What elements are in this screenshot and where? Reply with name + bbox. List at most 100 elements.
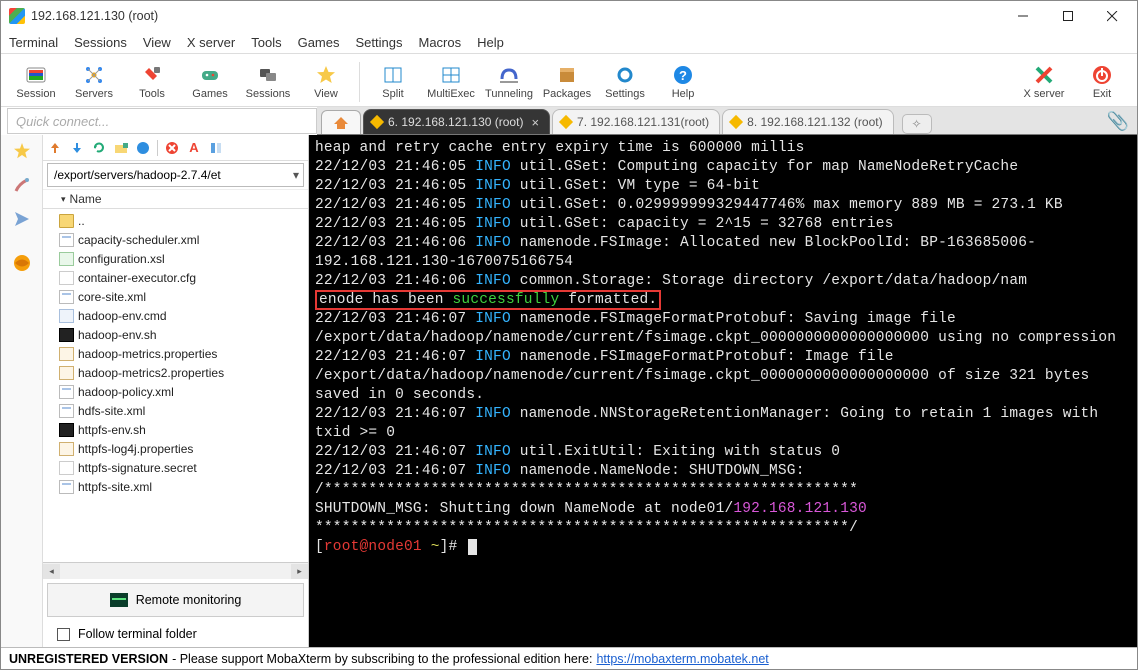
term-prompt: [root@node01 ~]# <box>315 538 1131 557</box>
menu-terminal[interactable]: Terminal <box>9 35 58 50</box>
gear-icon <box>614 64 636 86</box>
menu-view[interactable]: View <box>143 35 171 50</box>
diamond-icon <box>370 115 384 129</box>
path-combobox[interactable]: /export/servers/hadoop-2.7.4/et <box>47 163 304 187</box>
new-tab-button[interactable]: ✧ <box>902 114 932 134</box>
term-line: 22/12/03 21:46:07 INFO namenode.NNStorag… <box>315 405 1131 443</box>
tb-help[interactable]: ?Help <box>654 64 712 100</box>
tb-exit-label: Exit <box>1093 88 1111 100</box>
list-item[interactable]: hadoop-metrics2.properties <box>43 363 308 382</box>
tb-packages[interactable]: Packages <box>538 64 596 100</box>
minimize-button[interactable] <box>1000 1 1045 31</box>
paperclip-icon[interactable]: 📎 <box>1105 108 1131 134</box>
term-line: 22/12/03 21:46:07 INFO util.ExitUtil: Ex… <box>315 443 1131 462</box>
list-item[interactable]: httpfs-log4j.properties <box>43 439 308 458</box>
close-button[interactable] <box>1090 1 1135 31</box>
menu-games[interactable]: Games <box>298 35 340 50</box>
svg-text:?: ? <box>679 68 687 83</box>
file-name: configuration.xsl <box>78 252 165 266</box>
terminal-output[interactable]: heap and retry cache entry expiry time i… <box>309 135 1137 647</box>
xml-icon <box>59 404 74 418</box>
folder-add-icon[interactable] <box>113 140 129 156</box>
tab-session-2[interactable]: 7. 192.168.121.131(root) <box>552 109 720 134</box>
status-link[interactable]: https://mobaxterm.mobatek.net <box>596 652 768 666</box>
globe-icon[interactable] <box>12 253 32 273</box>
sh-icon <box>59 328 74 342</box>
prop-icon <box>59 347 74 361</box>
file-header[interactable]: ▾Name <box>43 189 308 209</box>
tb-session[interactable]: Session <box>7 64 65 100</box>
tb-games[interactable]: Games <box>181 64 239 100</box>
tb-xserver-label: X server <box>1024 88 1065 100</box>
tb-sessions[interactable]: Sessions <box>239 64 297 100</box>
star-icon[interactable] <box>12 141 32 161</box>
close-icon[interactable]: × <box>531 115 539 130</box>
list-item[interactable]: configuration.xsl <box>43 249 308 268</box>
tb-tools[interactable]: Tools <box>123 64 181 100</box>
tb-exit[interactable]: Exit <box>1073 64 1131 100</box>
xml-icon <box>59 385 74 399</box>
list-item[interactable]: httpfs-signature.secret <box>43 458 308 477</box>
tab-label: 8. 192.168.121.132 (root) <box>747 115 882 129</box>
term-line: 22/12/03 21:46:06 INFO common.Storage: S… <box>315 272 1131 291</box>
quick-connect-input[interactable]: Quick connect... <box>7 108 317 134</box>
menu-macros[interactable]: Macros <box>418 35 461 50</box>
list-item[interactable]: .. <box>43 211 308 230</box>
refresh-icon[interactable] <box>91 140 107 156</box>
tb-view[interactable]: View <box>297 64 355 100</box>
term-line: heap and retry cache entry expiry time i… <box>315 139 1131 158</box>
menu-tools[interactable]: Tools <box>251 35 281 50</box>
remote-monitoring-label: Remote monitoring <box>136 593 242 607</box>
list-item[interactable]: container-executor.cfg <box>43 268 308 287</box>
title-bar: 192.168.121.130 (root) <box>1 1 1137 31</box>
games-icon <box>199 64 221 86</box>
list-item[interactable]: httpfs-env.sh <box>43 420 308 439</box>
xml-icon <box>59 233 74 247</box>
tb-xserver[interactable]: X server <box>1015 64 1073 100</box>
list-item[interactable]: hadoop-policy.xml <box>43 382 308 401</box>
list-item[interactable]: core-site.xml <box>43 287 308 306</box>
file-name: hadoop-policy.xml <box>78 385 174 399</box>
list-item[interactable]: hadoop-env.sh <box>43 325 308 344</box>
send-icon[interactable] <box>12 209 32 229</box>
list-item[interactable]: hadoop-env.cmd <box>43 306 308 325</box>
tb-settings[interactable]: Settings <box>596 64 654 100</box>
maximize-button[interactable] <box>1045 1 1090 31</box>
file-name: core-site.xml <box>78 290 146 304</box>
list-item[interactable]: hadoop-metrics.properties <box>43 344 308 363</box>
edit-icon[interactable]: A <box>186 140 202 156</box>
brush-icon[interactable] <box>12 175 32 195</box>
menu-settings[interactable]: Settings <box>356 35 403 50</box>
menu-help[interactable]: Help <box>477 35 504 50</box>
follow-terminal-checkbox[interactable]: Follow terminal folder <box>43 621 308 647</box>
column-icon[interactable] <box>208 140 224 156</box>
folder-icon <box>59 214 74 228</box>
list-item[interactable]: httpfs-site.xml <box>43 477 308 496</box>
download-icon[interactable] <box>69 140 85 156</box>
tb-split[interactable]: Split <box>364 64 422 100</box>
h-scrollbar[interactable]: ◂▸ <box>43 562 308 579</box>
tab-session-3[interactable]: 8. 192.168.121.132 (root) <box>722 109 893 134</box>
tb-multiexec-label: MultiExec <box>427 88 475 100</box>
secret-icon <box>59 461 74 475</box>
tb-servers[interactable]: Servers <box>65 64 123 100</box>
tb-multiexec[interactable]: MultiExec <box>422 64 480 100</box>
upload-icon[interactable] <box>47 140 63 156</box>
home-tab[interactable] <box>321 110 361 134</box>
tab-session-1[interactable]: 6. 192.168.121.130 (root)× <box>363 109 550 134</box>
xml-icon <box>59 290 74 304</box>
tools-icon <box>141 64 163 86</box>
tb-games-label: Games <box>192 88 227 100</box>
tb-tunneling[interactable]: Tunneling <box>480 64 538 100</box>
tb-settings-label: Settings <box>605 88 645 100</box>
home-icon[interactable] <box>135 140 151 156</box>
menu-sessions[interactable]: Sessions <box>74 35 127 50</box>
menu-xserver[interactable]: X server <box>187 35 235 50</box>
cancel-icon[interactable] <box>164 140 180 156</box>
remote-monitoring-button[interactable]: Remote monitoring <box>47 583 304 617</box>
file-header-label: Name <box>70 192 102 206</box>
window-title: 192.168.121.130 (root) <box>31 9 1000 23</box>
list-item[interactable]: hdfs-site.xml <box>43 401 308 420</box>
tab-strip: 6. 192.168.121.130 (root)× 7. 192.168.12… <box>317 107 1137 135</box>
list-item[interactable]: capacity-scheduler.xml <box>43 230 308 249</box>
